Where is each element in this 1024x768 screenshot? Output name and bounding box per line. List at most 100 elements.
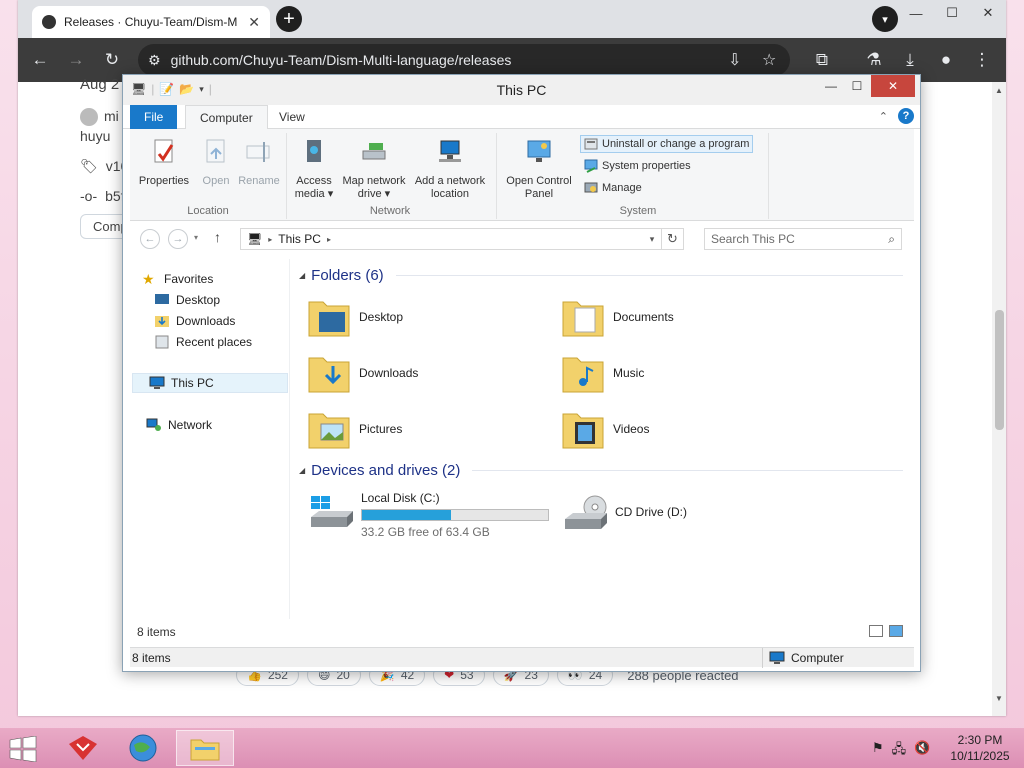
back-icon[interactable]: ← [28,48,52,72]
folder-documents[interactable]: Documents [561,291,801,343]
folder-music[interactable]: Music [561,347,801,399]
nav-this-pc[interactable]: This PC [132,373,288,393]
system-properties-button[interactable]: System properties [580,159,691,173]
nav-downloads[interactable]: Downloads [154,311,310,331]
commit-link[interactable]: -o-b5f [80,188,125,204]
local-disk-usage-bar [361,509,549,521]
local-disk-name: Local Disk (C:) [361,491,440,505]
minimize-button[interactable]: — [898,0,934,26]
pictures-folder-icon [308,413,350,449]
rename-icon [246,142,270,162]
add-network-location-button[interactable]: Add a network location [410,137,490,201]
folder-pictures[interactable]: Pictures [307,403,547,455]
scroll-thumb[interactable] [995,310,1004,430]
explorer-titlebar[interactable]: 🖥 | 📝 📂 ▾ | This PC — ☐ ✕ [123,75,920,105]
breadcrumb-this-pc[interactable]: This PC [278,232,321,246]
nav-desktop[interactable]: Desktop [154,290,310,310]
scroll-down-icon[interactable]: ▼ [994,694,1004,703]
forward-button[interactable]: → [168,229,188,249]
nav-recent-places[interactable]: Recent places [154,332,310,352]
nav-favorites[interactable]: ★ Favorites [142,269,298,289]
close-button[interactable]: ✕ [970,0,1006,26]
address-bar[interactable]: ⚙ github.com/Chuyu-Team/Dism-Multi-langu… [138,44,790,76]
network-tray-icon[interactable]: 🖧 [892,740,907,762]
site-info-icon[interactable]: ⚙ [148,52,161,69]
taskbar-app-explorer[interactable] [176,730,234,766]
drive-local-disk-c[interactable]: Local Disk (C:) 33.2 GB free of 63.4 GB [309,489,569,541]
install-app-icon[interactable]: ⇩ [728,50,741,70]
manage-button[interactable]: Manage [580,181,642,195]
address-dropdown-icon[interactable]: ▾ [642,228,662,250]
up-icon[interactable]: ↑ [214,229,221,245]
back-button[interactable]: ← [140,229,160,249]
download-icon[interactable]: ⤓ [898,48,922,72]
rename-button[interactable]: Rename [236,137,282,188]
tab-close-icon[interactable]: ✕ [248,14,260,31]
tab-view[interactable]: View [265,105,319,129]
ribbon-collapse-icon[interactable]: ⌃ [879,110,888,123]
access-media-button[interactable]: Access media ▾ [290,137,338,201]
forward-icon[interactable]: → [64,48,88,72]
uninstall-program-button[interactable]: Uninstall or change a program [580,135,754,153]
maximize-button[interactable]: ☐ [934,0,970,26]
devices-group-header[interactable]: ◢ Devices and drives (2) [299,462,903,479]
help-icon[interactable]: ? [898,108,914,124]
labs-flask-icon[interactable]: ⚗ [862,48,886,72]
folder-videos[interactable]: Videos [561,403,801,455]
local-disk-free-space: 33.2 GB free of 63.4 GB [361,525,490,539]
refresh-icon[interactable]: ↻ [662,228,684,250]
documents-folder-icon [562,301,604,337]
recent-locations-icon[interactable]: ▾ [194,233,198,242]
drive-cd-d[interactable]: CD Drive (D:) [563,489,823,541]
menu-icon[interactable]: ⋮ [970,48,994,72]
extensions-icon[interactable]: ⧉ [810,48,834,72]
explorer-close-button[interactable]: ✕ [871,75,915,97]
scroll-up-icon[interactable]: ▲ [994,86,1004,95]
tag-icon: 🏷 [80,158,98,174]
profile-icon[interactable]: ● [934,48,958,72]
tab-search-icon[interactable]: ▾ [872,6,898,32]
explorer-minimize-button[interactable]: — [817,75,845,97]
breadcrumb-arrow-icon[interactable]: ▸ [268,235,272,244]
folders-group-header[interactable]: ◢ Folders (6) [299,267,903,284]
action-center-flag-icon[interactable]: ⚑ [872,740,884,762]
new-tab-button[interactable]: + [276,6,302,32]
nav-network[interactable]: Network [146,415,302,435]
status-item-count: 8 items [132,650,171,665]
map-network-drive-button[interactable]: Map network drive ▾ [338,137,410,201]
volume-muted-icon[interactable]: 🔇 [914,740,930,762]
details-view-icon[interactable] [869,625,883,637]
content-pane: ◢ Folders (6) Desktop Documents Downloads… [291,259,911,619]
clock-date: 10/11/2025 [950,749,1010,763]
folder-desktop[interactable]: Desktop [307,291,547,343]
author-name[interactable]: huyu [80,128,110,144]
browser-tab[interactable]: Releases · Chuyu-Team/Dism-M ✕ [32,6,270,38]
tab-computer[interactable]: Computer [185,105,268,130]
bookmark-star-icon[interactable]: ☆ [762,50,776,70]
folder-downloads[interactable]: Downloads [307,347,547,399]
system-clock[interactable]: 2:30 PM 10/11/2025 [944,732,1016,764]
tab-file[interactable]: File [130,105,178,129]
explorer-title: This PC [496,82,547,98]
taskbar-app-globe[interactable] [116,730,170,766]
open-button[interactable]: Open [196,137,236,188]
windows-start-icon[interactable] [8,736,38,762]
local-disk-icon [311,496,353,527]
open-control-panel-button[interactable]: Open Control Panel [502,137,576,201]
address-box[interactable]: 🖥 ▸ This PC ▸ [240,228,662,250]
page-scrollbar[interactable]: ▲ ▼ [992,82,1006,716]
cd-drive-icon [565,495,607,529]
explorer-maximize-button[interactable]: ☐ [845,75,869,97]
taskbar-app-red[interactable] [56,730,110,766]
properties-button[interactable]: Properties [134,137,194,188]
search-box[interactable]: Search This PC ⌕ [704,228,902,250]
author-avatar[interactable]: mi [80,108,119,127]
ribbon-separator [286,133,287,219]
reload-icon[interactable]: ↻ [100,48,124,72]
this-pc-address-icon: 🖥 [247,232,263,246]
ribbon-tabs: File Computer View ⌃ ? [123,105,920,130]
breadcrumb-arrow-icon[interactable]: ▸ [327,235,331,244]
star-icon: ★ [142,271,155,287]
tab-strip: Releases · Chuyu-Team/Dism-M ✕ + ▾ — ☐ ✕ [18,0,1006,38]
large-icons-view-icon[interactable] [889,625,903,637]
